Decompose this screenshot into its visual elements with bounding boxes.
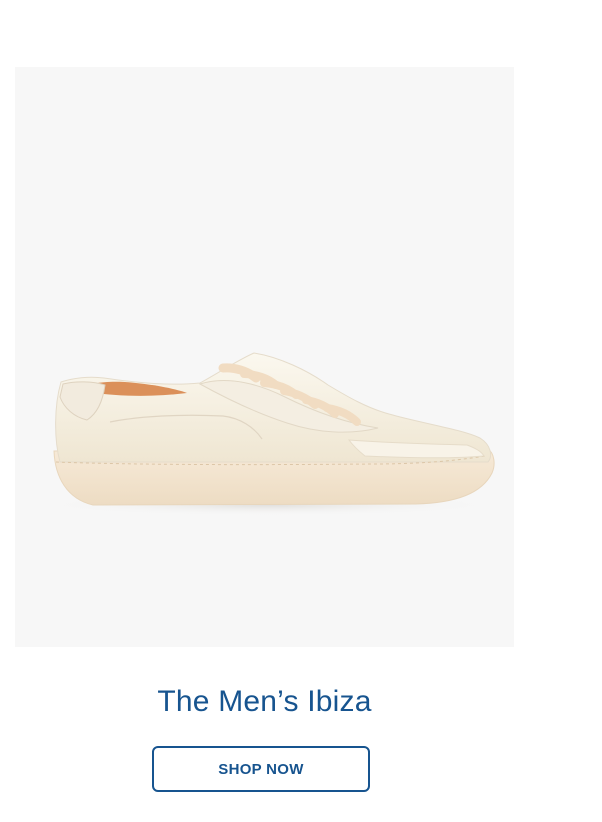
shop-now-button[interactable]: SHOP NOW <box>152 746 370 792</box>
sneaker-image-icon <box>39 352 499 516</box>
product-image[interactable] <box>15 67 514 647</box>
product-card[interactable]: The Men’s Ibiza SHOP NOW <box>0 0 602 822</box>
product-title[interactable]: The Men’s Ibiza <box>15 683 514 721</box>
